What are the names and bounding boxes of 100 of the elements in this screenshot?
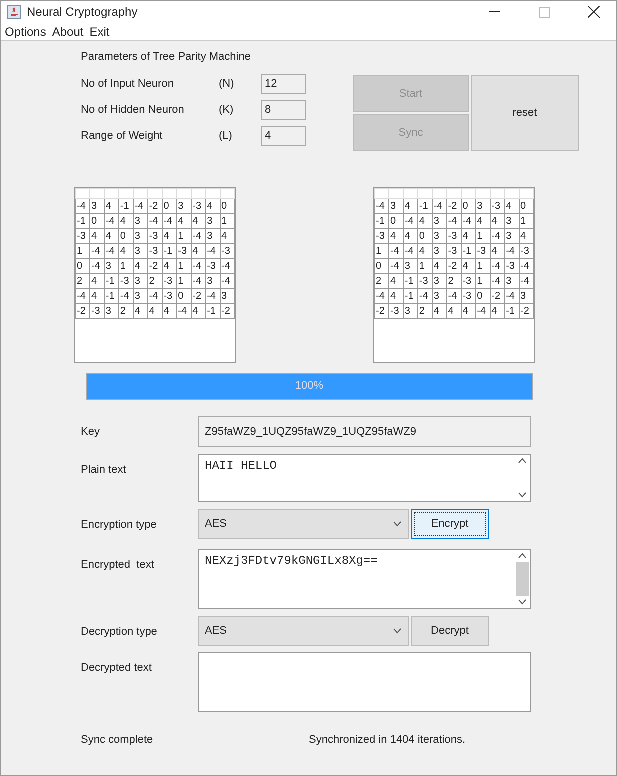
input-field[interactable]: 8 <box>261 100 306 120</box>
input-field[interactable]: 4 <box>261 126 306 146</box>
field-label: Decryption type <box>81 625 158 638</box>
table-cell: -4 <box>104 244 119 258</box>
table-cell: 4 <box>191 214 206 228</box>
section-title: Parameters of Tree Parity Machine <box>81 51 252 63</box>
table-cell: -2 <box>191 288 206 304</box>
table-cell: -1 <box>403 274 418 288</box>
menu-item[interactable]: About <box>52 24 84 38</box>
window-title: Neural Cryptography <box>27 5 139 19</box>
table-cell: -4 <box>176 304 192 318</box>
table-cell: 4 <box>104 228 119 244</box>
table-cell: -3 <box>519 244 534 258</box>
table-cell: 4 <box>220 228 234 244</box>
table-cell: -4 <box>76 288 90 304</box>
table-cell: 4 <box>461 258 476 274</box>
text-area[interactable] <box>198 652 531 712</box>
table-cell: 1 <box>476 274 490 288</box>
table-cell: 4 <box>490 244 505 258</box>
menu-item[interactable]: Exit <box>90 24 110 38</box>
table-cell: -4 <box>191 258 206 274</box>
table-cell: 3 <box>476 198 490 214</box>
table-cell: 4 <box>118 214 134 228</box>
progress-text: 100% <box>294 380 325 392</box>
table-cell: 4 <box>490 214 505 228</box>
table-cell: 4 <box>432 258 447 274</box>
table-cell: -4 <box>446 288 462 304</box>
table-cell: 4 <box>162 228 177 244</box>
table-cell: -4 <box>490 274 505 288</box>
table-cell: 2 <box>418 304 432 318</box>
table-cell: 3 <box>176 198 192 214</box>
table-cell: -3 <box>461 274 476 288</box>
table-cell: 3 <box>133 274 148 288</box>
field-label: Key <box>81 425 101 438</box>
table-cell: 3 <box>133 288 148 304</box>
text-area[interactable]: HAII HELLO <box>198 454 531 502</box>
minimize-icon[interactable] <box>488 11 500 13</box>
table-cell: 3 <box>90 198 104 214</box>
table-cell: 3 <box>206 228 220 244</box>
action-button[interactable]: Decrypt <box>411 616 489 646</box>
table-cell: 3 <box>388 198 404 214</box>
table-cell: -2 <box>76 304 90 318</box>
field-label: No of Input Neuron <box>81 78 175 90</box>
dropdown[interactable]: AES <box>198 616 409 646</box>
table-cell: -3 <box>118 274 134 288</box>
table-cell: 4 <box>191 304 206 318</box>
table-cell: 4 <box>388 288 404 304</box>
table-cell: -4 <box>476 304 490 318</box>
close-icon[interactable] <box>588 6 600 18</box>
menu-item[interactable]: Options <box>5 24 46 38</box>
table-cell: 4 <box>206 198 220 214</box>
table-cell: -2 <box>446 258 462 274</box>
table-cell: -4 <box>519 258 534 274</box>
table-cell: 4 <box>133 304 148 318</box>
field-symbol: (N) <box>219 78 236 90</box>
table-cell: -1 <box>76 214 90 228</box>
text-area[interactable]: NEXzj3FDtv79kGNGILx8Xg== <box>198 549 531 609</box>
action-button[interactable]: Encrypt <box>411 509 489 539</box>
table-cell: -4 <box>148 214 162 228</box>
table-cell: -4 <box>490 228 505 244</box>
table-cell: 3 <box>432 214 447 228</box>
table-cell: -3 <box>162 274 177 288</box>
table-cell: 3 <box>133 214 148 228</box>
table-cell: -4 <box>388 244 404 258</box>
table-cell: -3 <box>476 244 490 258</box>
input-field[interactable]: 12 <box>261 74 306 94</box>
dropdown[interactable]: AES <box>198 509 409 539</box>
table-cell: 1 <box>220 214 234 228</box>
table-cell: -3 <box>490 198 505 214</box>
table-cell: 4 <box>148 304 162 318</box>
input-field[interactable]: Z95faWZ9_1UQZ95faWZ9_1UQZ95faWZ9 <box>198 416 531 447</box>
table-cell: -3 <box>220 244 234 258</box>
table-cell: 4 <box>90 228 104 244</box>
table-cell: 0 <box>162 198 177 214</box>
table-cell: 4 <box>519 228 534 244</box>
table-cell: 3 <box>504 214 520 228</box>
table-cell: -4 <box>206 244 220 258</box>
table-cell: -2 <box>519 304 534 318</box>
action-button[interactable]: reset <box>471 75 579 151</box>
table-cell: -1 <box>206 304 220 318</box>
table-cell: -3 <box>388 304 404 318</box>
field-label: Encryption type <box>81 518 158 531</box>
chevron-down-icon <box>393 628 402 634</box>
table-cell: 4 <box>432 304 447 318</box>
table-cell: -4 <box>162 214 177 228</box>
table-cell: 3 <box>133 228 148 244</box>
table-cell: -1 <box>461 244 476 258</box>
table-cell: 1 <box>118 258 134 274</box>
table-cell: -4 <box>191 228 206 244</box>
table-cell: 4 <box>446 304 462 318</box>
field-symbol: (L) <box>219 130 234 142</box>
table-cell: -1 <box>104 288 119 304</box>
table-cell: -4 <box>446 214 462 228</box>
table-cell: 1 <box>76 244 90 258</box>
table-cell: 4 <box>461 304 476 318</box>
table-cell: -4 <box>418 288 432 304</box>
table-cell: 1 <box>476 258 490 274</box>
table-cell: 0 <box>374 258 389 274</box>
table-cell: 3 <box>104 258 119 274</box>
table-cell: 4 <box>504 198 520 214</box>
